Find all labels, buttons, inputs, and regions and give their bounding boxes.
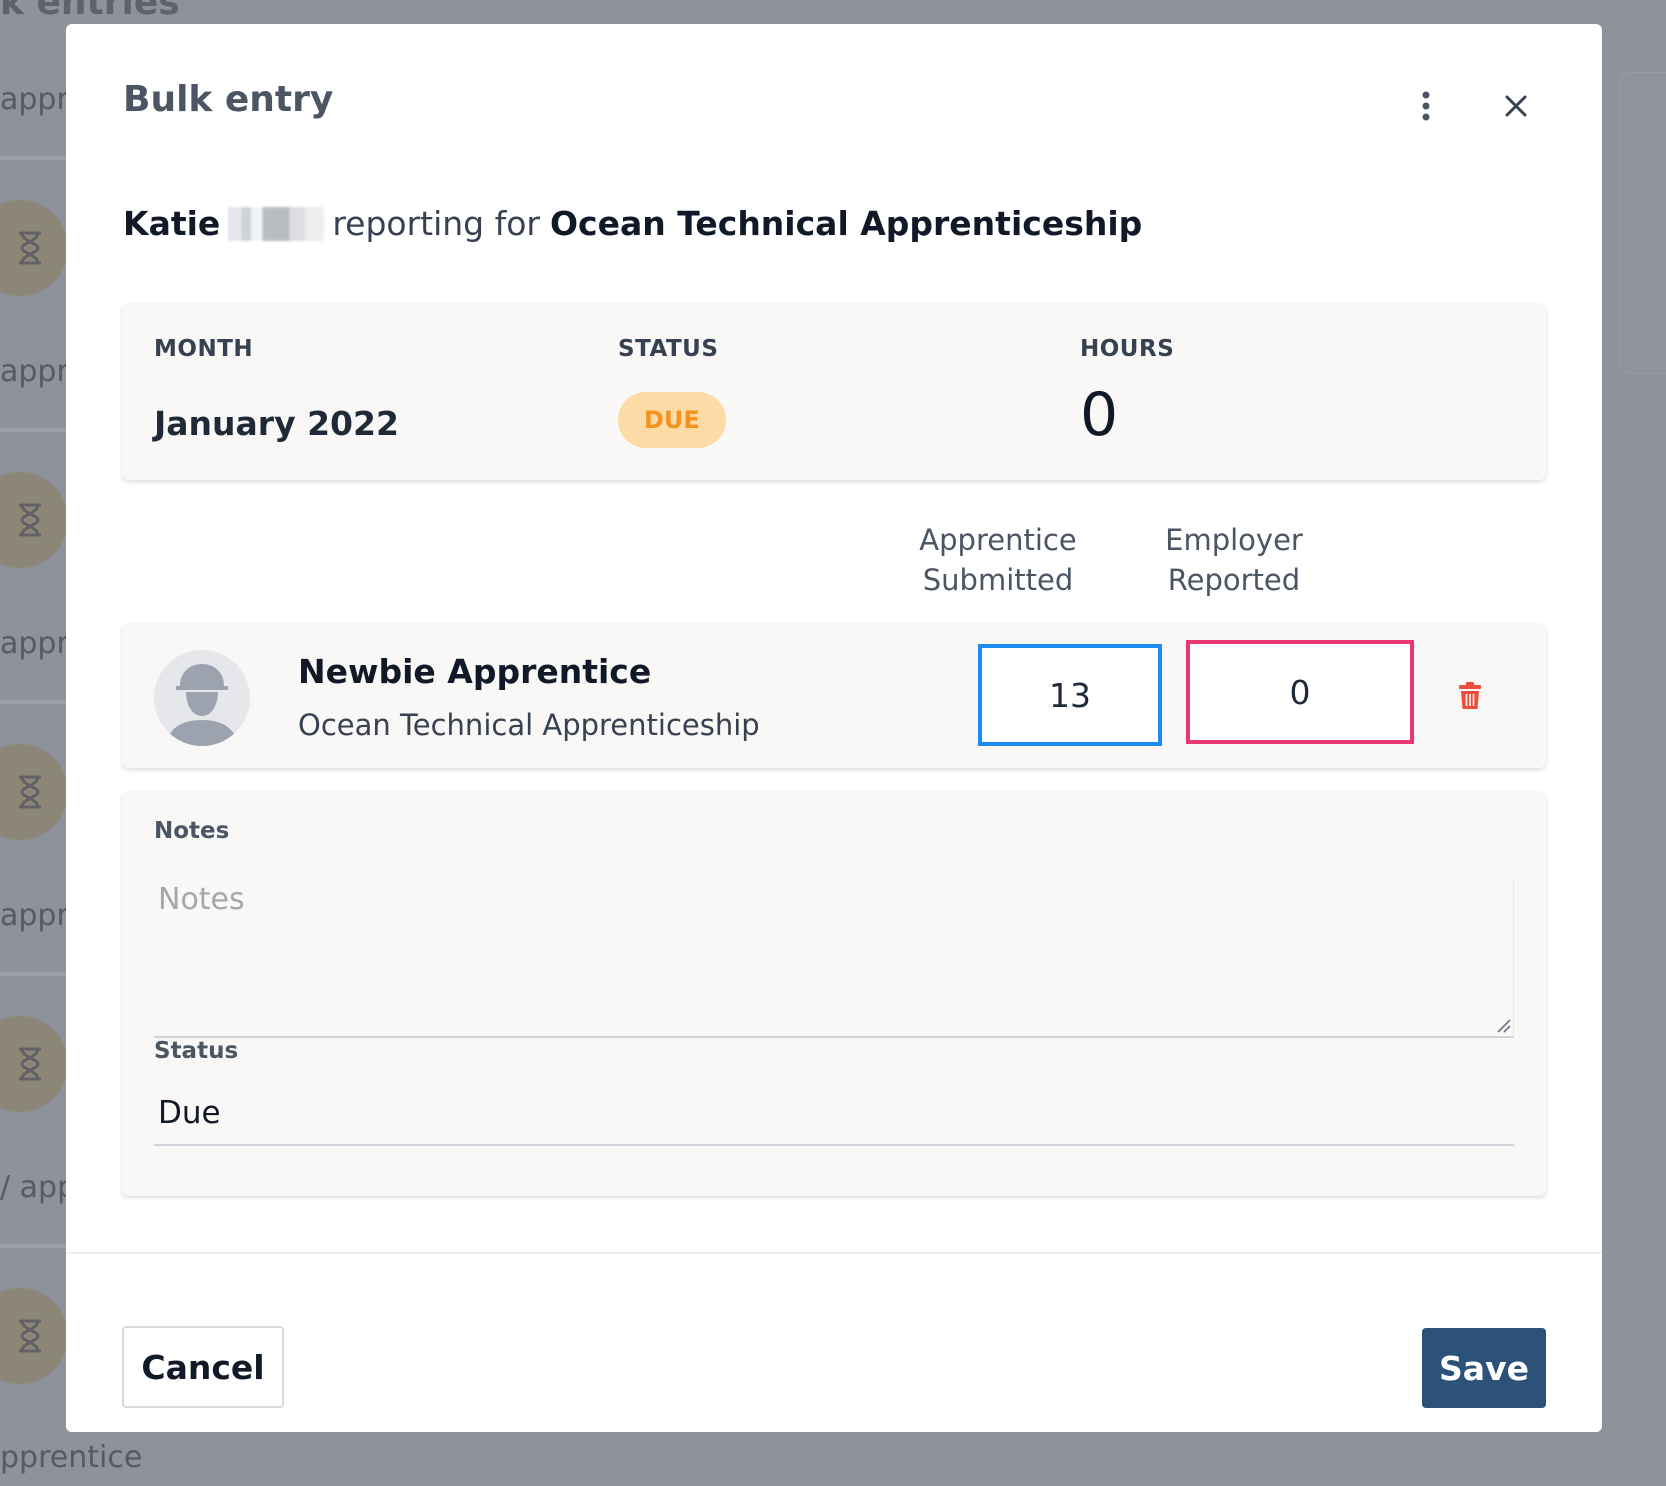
reporter-first-name: Katie [123, 204, 221, 243]
reporting-subtitle: Katie reporting for Ocean Technical Appr… [123, 204, 1142, 243]
cancel-button[interactable]: Cancel [122, 1326, 284, 1408]
close-button[interactable] [1494, 84, 1538, 128]
apprentice-submitted-header: Apprentice Submitted [919, 523, 1077, 597]
month-value: January 2022 [154, 404, 399, 443]
hours-total: 0 [1080, 380, 1119, 450]
status-select[interactable]: Due [154, 1082, 1514, 1146]
hourglass-icon [0, 744, 68, 840]
status-label: STATUS [618, 336, 719, 362]
hours-label: HOURS [1080, 336, 1175, 362]
trash-icon [1459, 682, 1481, 709]
apprentice-program: Ocean Technical Apprenticeship [298, 708, 760, 742]
notes-status-card: Notes Status Due [122, 792, 1546, 1196]
redacted-last-name [228, 206, 325, 241]
background-row-label: / app [0, 1170, 77, 1205]
hourglass-icon [0, 472, 68, 568]
employer-reported-header: Employer Reported [1165, 523, 1303, 597]
background-row-label: appr [0, 898, 69, 933]
background-divider [0, 428, 66, 432]
background-divider [0, 700, 66, 704]
background-divider [0, 972, 66, 976]
apprentice-hours-input[interactable]: 13 [978, 644, 1162, 746]
hourglass-icon [0, 1016, 68, 1112]
dialog-title: Bulk entry [123, 79, 334, 120]
notes-label: Notes [154, 818, 230, 844]
hourglass-icon [0, 200, 68, 296]
background-heading: k entries [0, 0, 180, 23]
save-button[interactable]: Save [1422, 1328, 1546, 1408]
close-icon [1505, 95, 1527, 117]
month-label: MONTH [154, 336, 254, 362]
apprentice-name: Newbie Apprentice [298, 652, 652, 691]
avatar [154, 650, 250, 746]
background-card [1620, 72, 1666, 374]
background-row-label: pprentice [0, 1440, 143, 1475]
kebab-menu-icon [1422, 91, 1430, 121]
avatar-icon [154, 650, 250, 746]
status-field-label: Status [154, 1038, 239, 1064]
more-options-button[interactable] [1406, 82, 1446, 130]
background-divider [0, 156, 66, 160]
resize-grip-icon[interactable] [1496, 1018, 1512, 1034]
notes-textarea[interactable] [154, 878, 1514, 1038]
employer-hours-input[interactable]: 0 [1186, 640, 1414, 744]
summary-card: MONTH STATUS HOURS January 2022 DUE 0 [122, 304, 1546, 480]
delete-entry-button[interactable] [1452, 678, 1488, 714]
apprentice-entry-row: Newbie Apprentice Ocean Technical Appren… [122, 624, 1546, 768]
subtitle-program: Ocean Technical Apprenticeship [550, 204, 1143, 243]
status-badge: DUE [618, 392, 726, 448]
bulk-entry-dialog: Bulk entry Katie reporting for Ocean Tec… [66, 24, 1602, 1432]
subtitle-connector: reporting for [332, 204, 540, 243]
background-divider [0, 1244, 66, 1248]
dialog-footer: Cancel Save [66, 1252, 1602, 1432]
hourglass-icon [0, 1288, 68, 1384]
